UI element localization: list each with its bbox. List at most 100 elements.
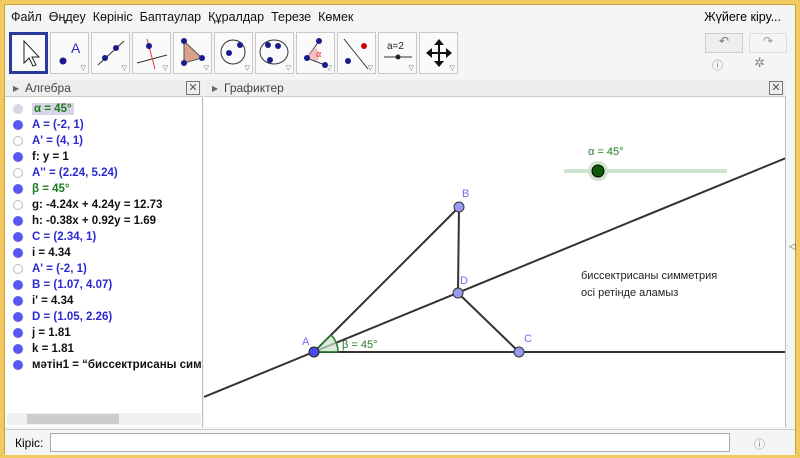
algebra-item-text: i = 4.34 (32, 247, 71, 259)
visibility-toggle[interactable] (13, 296, 23, 306)
redo-button[interactable]: ↷ (749, 33, 787, 53)
algebra-item[interactable]: D = (1.05, 2.26) (5, 309, 202, 325)
dropdown-triangle-icon: ▽ (121, 65, 127, 72)
graphics-view[interactable]: α = 45° β = 45° A B D C биссектрисаны си… (204, 97, 786, 427)
visibility-toggle[interactable] (13, 120, 23, 130)
algebra-item[interactable]: A = (-2, 1) (5, 117, 202, 133)
visibility-toggle[interactable] (13, 232, 23, 242)
visibility-toggle[interactable] (13, 168, 23, 178)
point-a[interactable] (308, 346, 320, 358)
algebra-item[interactable]: мәтін1 = “биссектрисаны симметрия (5, 357, 202, 373)
visibility-toggle[interactable] (13, 264, 23, 274)
ellipse-tool-button[interactable]: ▽ (255, 32, 294, 74)
menu-options[interactable]: Баптаулар (140, 10, 202, 24)
input-label: Кіріс: (15, 436, 44, 450)
circle-tool-button[interactable]: ▽ (214, 32, 253, 74)
algebra-item[interactable]: i' = 4.34 (5, 293, 202, 309)
gear-icon[interactable]: ✲ (754, 55, 765, 71)
menu-help[interactable]: Көмек (318, 10, 353, 24)
move-view-tool-button[interactable]: ▽ (419, 32, 458, 74)
menu-file[interactable]: Файл (11, 10, 42, 24)
menu-window[interactable]: Терезе (271, 10, 311, 24)
algebra-item-text: f: y = 1 (32, 151, 69, 163)
graphics-canvas[interactable]: α = 45° β = 45° A B D C биссектрисаны си… (204, 97, 786, 427)
undo-button[interactable]: ↶ (705, 33, 743, 53)
algebra-item[interactable]: i = 4.34 (5, 245, 202, 261)
point-d[interactable] (452, 287, 464, 299)
close-algebra-icon[interactable]: ✕ (186, 81, 200, 95)
visibility-toggle[interactable] (13, 152, 23, 162)
point-c[interactable] (513, 346, 525, 358)
algebra-item[interactable]: A'' = (2.24, 5.24) (5, 165, 202, 181)
algebra-item[interactable]: B = (1.07, 4.07) (5, 277, 202, 293)
algebra-item[interactable]: A' = (4, 1) (5, 133, 202, 149)
dropdown-triangle-icon: ▽ (449, 65, 455, 72)
algebra-item[interactable]: j = 1.81 (5, 325, 202, 341)
input-field[interactable] (50, 433, 730, 452)
slider-label: α = 45° (588, 146, 624, 158)
menu-view[interactable]: Көрініс (93, 10, 133, 24)
segment-bd[interactable] (457, 206, 460, 294)
input-help-icon[interactable]: ⓘ (754, 436, 765, 452)
menu-edit[interactable]: Өңдеу (49, 10, 86, 24)
algebra-view: α = 45° A = (-2, 1) A' = (4, 1) f: y = 1 A''… (5, 97, 203, 427)
visibility-toggle[interactable] (13, 344, 23, 354)
polygon-tool-button[interactable]: ▽ (173, 32, 212, 74)
segment-ab[interactable] (313, 206, 460, 353)
close-graphics-icon[interactable]: ✕ (769, 81, 783, 95)
collapse-triangle-icon[interactable]: ▶ (212, 80, 218, 97)
undo-icon: ↶ (718, 34, 730, 48)
visibility-toggle[interactable] (13, 312, 23, 322)
scrollbar-thumb[interactable] (27, 414, 119, 424)
visibility-toggle[interactable] (13, 104, 23, 114)
svg-text:α: α (316, 49, 321, 59)
visibility-toggle[interactable] (13, 248, 23, 258)
algebra-item[interactable]: β = 45° (5, 181, 202, 197)
algebra-item[interactable]: f: y = 1 (5, 149, 202, 165)
slider-tool-button[interactable]: a=2 ▽ (378, 32, 417, 74)
side-panel-toggle-icon[interactable]: ◁ (789, 241, 796, 252)
menu-tools[interactable]: Құралдар (208, 10, 264, 24)
visibility-toggle[interactable] (13, 280, 23, 290)
perpendicular-tool-button[interactable]: ▽ (132, 32, 171, 74)
visibility-toggle[interactable] (13, 360, 23, 370)
visibility-toggle[interactable] (13, 136, 23, 146)
algebra-item[interactable]: α = 45° (5, 101, 202, 117)
algebra-item-text: α = 45° (32, 103, 74, 115)
angle-tool-button[interactable]: α ▽ (296, 32, 335, 74)
algebra-item-text: β = 45° (32, 183, 70, 195)
reflect-tool-button[interactable]: ▽ (337, 32, 376, 74)
graphics-header: ▶ Графиктер ✕ (204, 80, 786, 97)
visibility-toggle[interactable] (13, 328, 23, 338)
visibility-toggle[interactable] (13, 200, 23, 210)
point-tool-button[interactable]: A ▽ (50, 32, 89, 74)
text1-line2[interactable]: осі ретінде аламыз (581, 287, 678, 299)
line-tool-button[interactable]: ▽ (91, 32, 130, 74)
algebra-header: ▶ Алгебра ✕ (5, 80, 203, 97)
algebra-item[interactable]: g: -4.24x + 4.24y = 12.73 (5, 197, 202, 213)
point-b[interactable] (453, 201, 465, 213)
segment-dc[interactable] (457, 292, 520, 353)
toolbar: A ▽ ▽ ▽ ▽ ▽ ▽ α ▽ ▽ a=2 ▽ ▽ (9, 32, 458, 78)
algebra-item[interactable]: k = 1.81 (5, 341, 202, 357)
algebra-item[interactable]: A' = (-2, 1) (5, 261, 202, 277)
move-tool-button[interactable] (9, 32, 48, 74)
algebra-item[interactable]: C = (2.34, 1) (5, 229, 202, 245)
dropdown-triangle-icon: ▽ (367, 65, 373, 72)
algebra-item[interactable]: h: -0.38x + 0.92y = 1.69 (5, 213, 202, 229)
dropdown-triangle-icon: ▽ (285, 65, 291, 72)
visibility-toggle[interactable] (13, 216, 23, 226)
slider-knob[interactable] (591, 164, 605, 178)
login-link[interactable]: Жүйеге кіру... (704, 10, 781, 24)
algebra-horizontal-scrollbar[interactable] (7, 413, 201, 425)
algebra-item-text: A' = (-2, 1) (32, 263, 87, 275)
collapse-triangle-icon[interactable]: ▶ (13, 80, 19, 97)
algebra-item-text: g: -4.24x + 4.24y = 12.73 (32, 199, 163, 211)
visibility-toggle[interactable] (13, 184, 23, 194)
algebra-item-text: C = (2.34, 1) (32, 231, 97, 243)
label-d: D (460, 275, 468, 287)
dropdown-triangle-icon: ▽ (244, 65, 250, 72)
text1-line1[interactable]: биссектрисаны симметрия (581, 270, 717, 282)
menu-bar: Файл Өңдеу Көрініс Баптаулар Құралдар Те… (5, 5, 795, 29)
help-icon[interactable]: ⓘ (712, 57, 723, 73)
